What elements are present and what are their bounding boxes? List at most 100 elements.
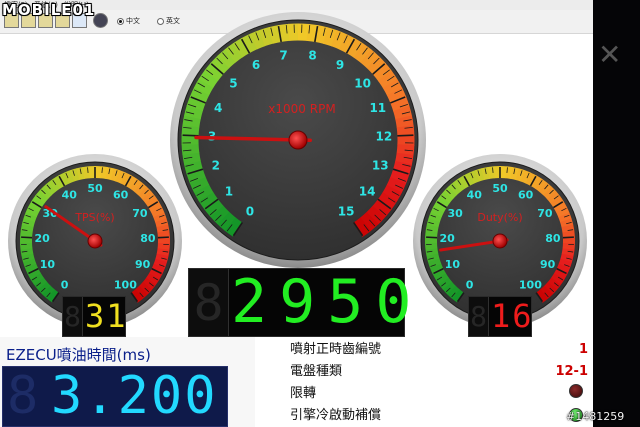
g-rpm-scale-label: 0 <box>246 205 254 219</box>
watermark: #1481259 <box>566 410 625 423</box>
tps-digits: 31 <box>85 297 128 335</box>
g-duty-color-band-segment <box>429 263 444 274</box>
g-rpm-color-band-segment <box>366 205 386 225</box>
g-tps-tick <box>87 167 89 173</box>
g-duty-color-band-segment <box>561 224 575 233</box>
g-duty-scale-label: 10 <box>445 258 461 271</box>
g-tps-color-band-segment <box>31 195 45 208</box>
g-duty-scale-label: 60 <box>518 189 534 202</box>
g-duty-color-band-segment <box>425 230 438 238</box>
g-tps-color-band-segment <box>156 248 170 257</box>
g-rpm-scale-label: 6 <box>252 58 260 72</box>
g-tps-scale-label: 100 <box>114 278 137 291</box>
g-tps-color-band-segment <box>153 212 167 223</box>
g-tps-color-band-segment <box>21 253 35 263</box>
duty-digit-ghost: 8 <box>469 297 489 336</box>
rev-limit-led-icon <box>569 384 583 398</box>
g-rpm-color-band-segment <box>210 55 230 75</box>
g-tps-tick <box>101 167 103 173</box>
g-rpm-color-band-segment <box>314 25 329 44</box>
g-rpm-color-band-segment <box>184 105 204 120</box>
g-duty-scale-label: 100 <box>519 278 542 291</box>
status-label-timing-tooth: 噴射正時齒編號 <box>290 342 382 357</box>
g-tps-scale-label: 60 <box>113 189 129 202</box>
g-tps-color-band-segment <box>156 224 170 233</box>
g-rpm-color-band-segment <box>241 33 258 54</box>
status-label-cold-start: 引擎冷啟動補償 <box>290 408 382 423</box>
g-tps-tick <box>157 236 169 239</box>
g-rpm-color-band-segment <box>198 191 219 210</box>
g-duty-color-band-segment <box>451 289 464 303</box>
g-rpm-color-band-segment <box>386 177 407 194</box>
g-tps-color-band-segment <box>82 166 91 179</box>
app-window: 檔案(F) 系統(S) 說明(H) 中文 英文 MOBILE01 ✕ 0 1 2… <box>0 0 640 427</box>
g-tps-scale-label: 20 <box>34 232 50 245</box>
g-duty-color-band-segment <box>561 248 575 257</box>
g-tps-scale-label: 70 <box>132 207 148 220</box>
g-rpm-color-band-segment <box>181 124 200 136</box>
g-rpm-color-band-segment <box>181 143 200 155</box>
g-tps-color-band-segment <box>24 263 39 274</box>
g-rpm-scale-label: 10 <box>354 76 371 90</box>
g-tps-hub <box>87 233 103 249</box>
g-duty-color-band-segment <box>453 178 466 192</box>
g-rpm-scale-label: 5 <box>229 76 237 90</box>
g-tps-tick <box>21 236 33 239</box>
g-rpm-color-band-segment <box>396 144 415 156</box>
g-duty-tick <box>426 236 438 239</box>
g-tps-color-band-segment <box>134 285 148 299</box>
duty-digits: 16 <box>491 297 534 335</box>
g-rpm-color-band-segment <box>210 205 230 225</box>
g-tps-title: TPS(%) <box>74 211 114 224</box>
injection-digit-ghost: 8 <box>7 366 39 426</box>
g-duty-color-band-segment <box>463 172 475 186</box>
g-rpm-color-band-segment <box>278 23 291 42</box>
g-rpm-scale-label: 2 <box>212 158 220 172</box>
g-duty-color-band-segment <box>426 217 441 228</box>
duty-digital-display: 8 16 <box>468 296 532 337</box>
g-duty-color-band-segment <box>553 201 567 213</box>
g-duty-scale-label: 20 <box>439 232 455 245</box>
g-duty-color-band-segment <box>435 272 449 285</box>
g-rpm-color-band-segment <box>377 70 398 89</box>
g-duty-color-band-segment <box>558 212 572 223</box>
g-rpm-color-band-segment <box>259 27 274 47</box>
g-rpm-scale-label: 14 <box>359 184 376 198</box>
g-rpm-scale-label: 8 <box>308 48 316 62</box>
status-value-timing-tooth: 1 <box>578 342 588 357</box>
g-duty-scale-label: 0 <box>466 278 474 291</box>
g-rpm-color-band-segment <box>189 176 210 193</box>
injection-digital-display: 8 3.200 <box>2 366 228 427</box>
g-tps-color-band-segment <box>142 191 156 204</box>
g-rpm-color-band-segment <box>193 78 214 96</box>
g-rpm-color-band-segment <box>182 114 201 128</box>
g-tps-color-band-segment <box>105 167 115 181</box>
g-tps-scale-label: 80 <box>140 232 156 245</box>
status-label-disk-type: 電盤種類 <box>290 364 343 379</box>
g-rpm-color-band-segment <box>353 43 372 64</box>
g-duty-color-band-segment <box>487 166 496 179</box>
g-tps-color-band-segment <box>30 272 44 285</box>
g-tps-scale-label: 0 <box>61 278 69 291</box>
g-duty-tick <box>506 167 508 173</box>
g-duty-color-band-segment <box>510 167 520 181</box>
status-label-rev-limit: 限轉 <box>290 386 317 401</box>
rpm-digits: 2950 <box>231 267 424 337</box>
g-duty-scale-label: 80 <box>545 232 561 245</box>
g-tps-color-band-segment <box>125 175 138 189</box>
g-duty-color-band-segment <box>426 253 440 263</box>
g-tps-scale-label: 10 <box>40 258 56 271</box>
g-rpm-color-band-segment <box>322 27 338 47</box>
g-rpm-tick <box>397 134 414 137</box>
g-tps-color-band-segment <box>46 289 59 303</box>
g-tps-scale-label: 40 <box>62 189 78 202</box>
g-duty-color-band-segment <box>539 285 553 299</box>
status-value-disk-type: 12-1 <box>555 364 588 379</box>
g-rpm-color-band-segment <box>183 160 203 175</box>
g-tps-scale-label: 90 <box>135 258 151 271</box>
g-duty-color-band-segment <box>553 268 568 280</box>
g-rpm-scale-label: 4 <box>214 101 222 115</box>
g-rpm-scale-label: 7 <box>279 48 287 62</box>
g-duty-tick <box>562 236 574 239</box>
g-duty-scale-label: 90 <box>540 258 556 271</box>
